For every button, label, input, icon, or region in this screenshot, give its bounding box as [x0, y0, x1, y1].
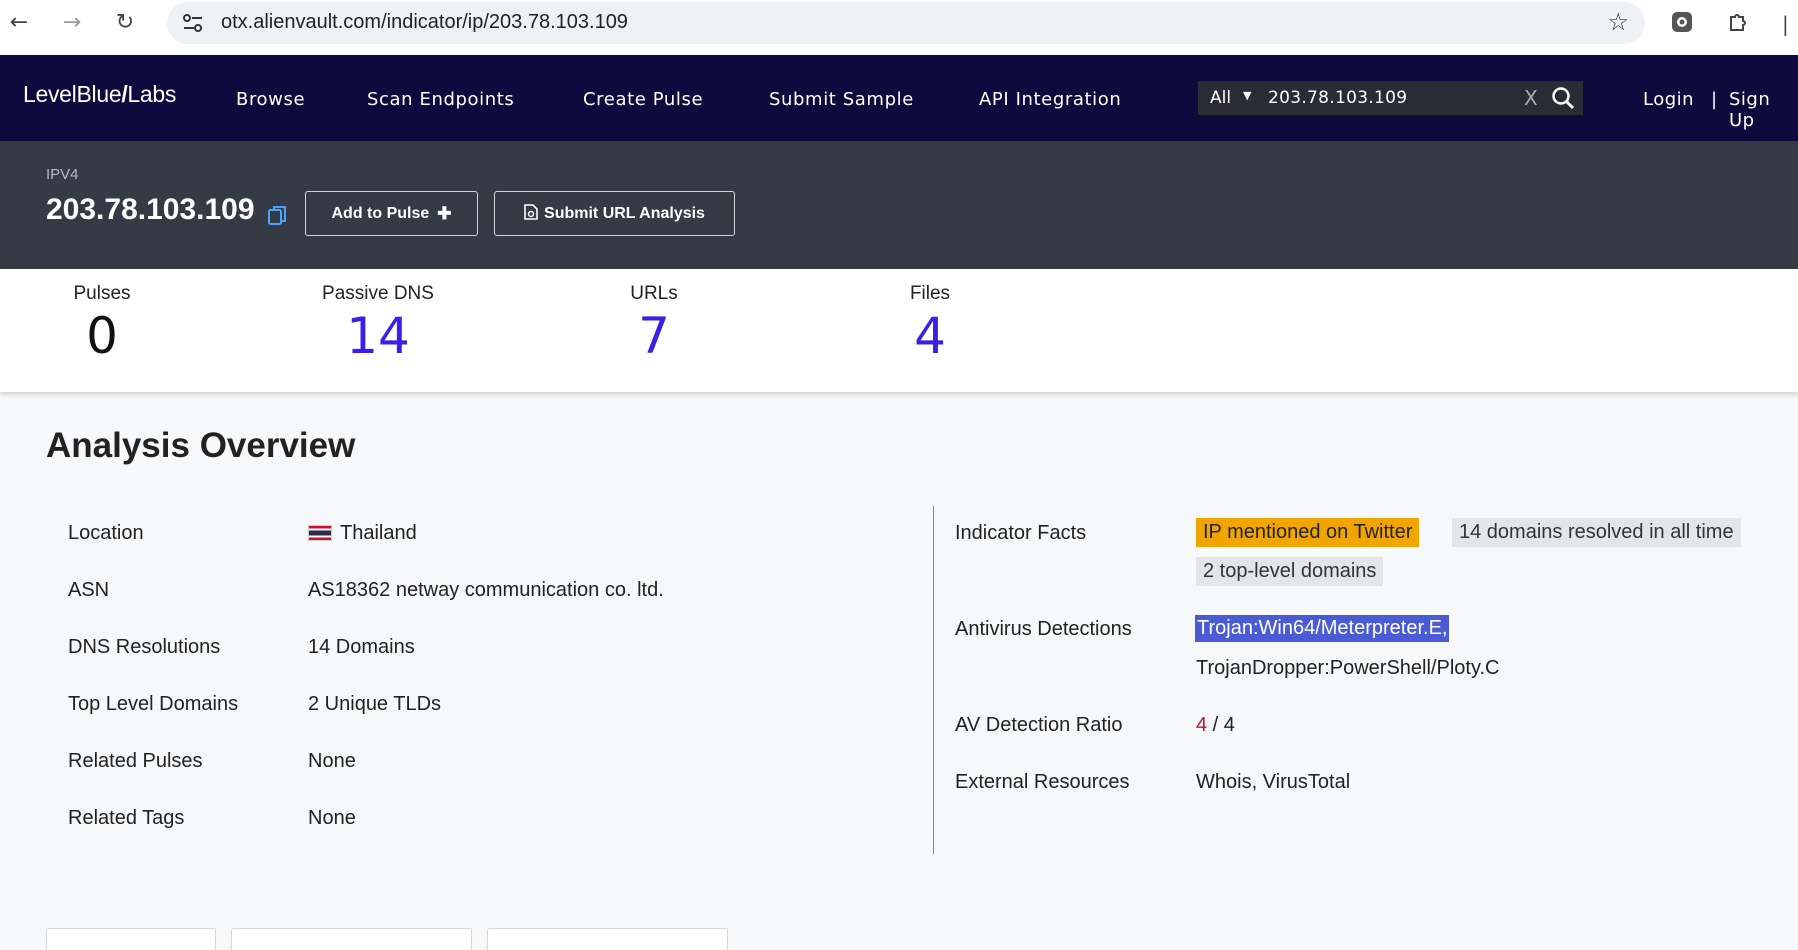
related-tags-label: Related Tags	[68, 807, 185, 829]
site-settings-icon[interactable]	[181, 11, 205, 35]
nav-browse[interactable]: Browse	[236, 89, 305, 110]
search-icon[interactable]	[1550, 85, 1576, 111]
fact-badge-domains: 14 domains resolved in all time	[1452, 518, 1741, 547]
tab-3[interactable]	[487, 928, 728, 950]
indicator-ip: 203.78.103.109	[46, 193, 255, 226]
document-icon	[524, 203, 538, 224]
back-arrow-icon[interactable]: ←	[4, 7, 34, 37]
search-input[interactable]: 203.78.103.109	[1268, 88, 1407, 108]
location-value: Thailand	[308, 522, 417, 545]
stat-files[interactable]: Files 4	[820, 283, 1040, 367]
submit-url-analysis-button[interactable]: Submit URL Analysis	[494, 191, 735, 236]
indicator-facts-label: Indicator Facts	[955, 522, 1087, 544]
plus-icon: ✚	[437, 203, 452, 223]
reload-icon[interactable]: ↻	[110, 7, 140, 37]
chevron-down-icon[interactable]: ▼	[1243, 89, 1251, 102]
thailand-flag-icon	[308, 525, 332, 541]
external-resources-links[interactable]: Whois, VirusTotal	[1196, 771, 1350, 794]
levelblue-logo[interactable]: LevelBlue/Labs	[23, 81, 176, 108]
tab-2[interactable]	[231, 928, 472, 950]
site-navbar: LevelBlue/Labs Browse Scan Endpoints Cre…	[0, 55, 1798, 141]
url-text[interactable]: otx.alienvault.com/indicator/ip/203.78.1…	[221, 11, 628, 34]
av-ratio-value: 4 / 4	[1196, 714, 1235, 736]
stat-pulses[interactable]: Pulses 0	[0, 283, 212, 367]
stat-passive-dns[interactable]: Passive DNS 14	[268, 283, 488, 367]
menu-partial-icon[interactable]: |	[1782, 12, 1789, 36]
address-bar[interactable]: otx.alienvault.com/indicator/ip/203.78.1…	[167, 2, 1645, 44]
submit-url-analysis-label: Submit URL Analysis	[544, 204, 705, 222]
indicator-type: IPV4	[46, 166, 79, 183]
location-label: Location	[68, 522, 144, 544]
login-link[interactable]: Login	[1643, 89, 1694, 110]
stat-value: 7	[638, 307, 670, 365]
nav-submit-sample[interactable]: Submit Sample	[769, 89, 914, 110]
tld-label: Top Level Domains	[68, 693, 239, 715]
av-ratio-label: AV Detection Ratio	[955, 714, 1123, 736]
nav-scan-endpoints[interactable]: Scan Endpoints	[367, 89, 514, 110]
detection-ploty[interactable]: TrojanDropper:PowerShell/Ploty.C	[1196, 657, 1499, 680]
search-scope-select[interactable]: All	[1210, 88, 1231, 108]
add-to-pulse-button[interactable]: Add to Pulse ✚	[305, 191, 478, 236]
tld-value: 2 Unique TLDs	[308, 693, 442, 715]
tab-1[interactable]	[46, 928, 216, 950]
stat-urls[interactable]: URLs 7	[544, 283, 764, 367]
analysis-overview-title: Analysis Overview	[46, 426, 356, 465]
stat-value: 14	[346, 307, 410, 365]
stat-value: 0	[86, 307, 118, 365]
auth-separator: |	[1711, 89, 1718, 110]
stats-bar: Pulses 0 Passive DNS 14 URLs 7 Files 4	[0, 269, 1798, 392]
column-divider	[933, 506, 934, 854]
signup-link[interactable]: Sign Up	[1729, 89, 1798, 131]
stat-value: 4	[914, 307, 946, 365]
fact-badge-tlds: 2 top-level domains	[1196, 557, 1384, 586]
fact-badge-twitter: IP mentioned on Twitter	[1196, 518, 1420, 547]
forward-arrow-icon[interactable]: →	[57, 7, 87, 37]
nav-create-pulse[interactable]: Create Pulse	[583, 89, 703, 110]
external-resources-label: External Resources	[955, 771, 1130, 793]
related-tags-value: None	[308, 807, 356, 829]
stat-label: Passive DNS	[322, 283, 434, 304]
extension-icon[interactable]	[1668, 8, 1696, 36]
clear-search-icon[interactable]: X	[1524, 86, 1538, 110]
browser-toolbar: ← → ↻ otx.alienvault.com/indicator/ip/20…	[0, 0, 1798, 55]
indicator-header: IPV4 203.78.103.109 Add to Pulse ✚ Submi…	[0, 141, 1798, 269]
search-bar: All ▼ 203.78.103.109 X	[1198, 81, 1583, 115]
dns-resolutions-value: 14 Domains	[308, 636, 415, 658]
copy-icon[interactable]	[266, 203, 290, 227]
antivirus-label: Antivirus Detections	[955, 618, 1132, 640]
add-to-pulse-label: Add to Pulse	[331, 204, 430, 222]
extensions-puzzle-icon[interactable]	[1725, 8, 1753, 36]
asn-label: ASN	[68, 579, 110, 601]
nav-api-integration[interactable]: API Integration	[979, 89, 1121, 110]
bookmark-star-icon[interactable]: ☆	[1607, 8, 1629, 36]
stat-label: Pulses	[73, 283, 131, 304]
stat-label: URLs	[630, 283, 678, 304]
detection-meterpreter[interactable]: Trojan:Win64/Meterpreter.E,	[1195, 615, 1450, 642]
dns-resolutions-label: DNS Resolutions	[68, 636, 221, 658]
related-pulses-label: Related Pulses	[68, 750, 203, 772]
asn-value: AS18362 netway communication co. ltd.	[308, 579, 664, 601]
related-pulses-value: None	[308, 750, 356, 772]
stat-label: Files	[909, 283, 951, 304]
